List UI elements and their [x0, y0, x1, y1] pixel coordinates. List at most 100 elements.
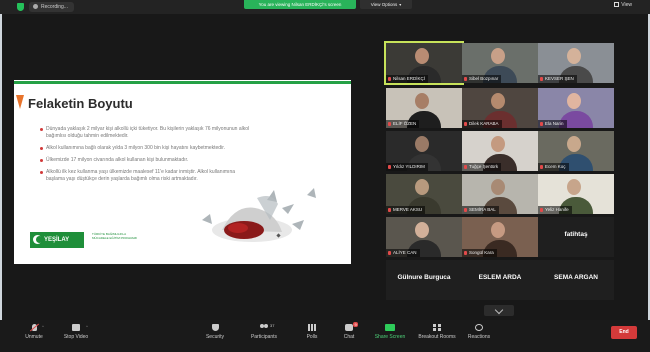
muted-mic-icon	[388, 76, 391, 81]
participant-tile[interactable]: ESLEM ARDA	[462, 260, 538, 300]
participant-name: Songül Kara	[469, 250, 494, 255]
security-button[interactable]: Security	[193, 324, 237, 340]
participant-tile[interactable]: SEMİRA BAL	[462, 174, 538, 214]
participant-name: ALİYE CAN	[393, 250, 417, 255]
muted-mic-icon	[464, 121, 467, 126]
muted-mic-icon	[540, 121, 543, 126]
share-screen-button[interactable]: Share Screen	[368, 324, 412, 340]
bar-chart-icon	[308, 324, 316, 331]
muted-mic-icon	[388, 250, 391, 255]
muted-mic-icon	[464, 76, 467, 81]
participant-tile[interactable]: Ecem Koç	[538, 131, 614, 171]
participant-tile[interactable]: Yeliz Hanife	[538, 174, 614, 214]
participant-video-head	[567, 179, 581, 195]
participant-name-label: Ela Narin	[538, 120, 567, 128]
participant-video-head	[415, 222, 429, 238]
chevron-down-icon	[494, 305, 504, 315]
participant-name-label: Yeliz Hanife	[538, 206, 572, 214]
muted-mic-icon	[388, 207, 391, 212]
view-button[interactable]: View	[614, 2, 632, 8]
slide-bullet-list: Dünyada yaklaşık 2 milyar kişi alkollü i…	[40, 126, 251, 188]
participant-name: Yeliz Hanife	[545, 207, 569, 212]
participant-tile[interactable]: fatihtaş	[538, 217, 614, 257]
participant-video-head	[415, 179, 429, 195]
participant-tile[interactable]: Sibel Bozpınar	[462, 43, 538, 83]
participant-tile[interactable]: SEMA ARGAN	[538, 260, 614, 300]
unmute-button[interactable]: ^ Unmute	[12, 324, 56, 340]
participant-name-label: MERVE AKSU	[386, 206, 426, 214]
participant-tile[interactable]: Yıldız YILDIRIM	[386, 131, 462, 171]
participant-name-label: SEMİRA BAL	[462, 206, 499, 214]
unmute-label: Unmute	[25, 334, 43, 340]
end-meeting-button[interactable]: End	[611, 326, 637, 339]
stop-video-button[interactable]: ^ Stop Video	[54, 324, 98, 340]
participant-name-display: SEMA ARGAN	[554, 274, 598, 281]
participant-tile[interactable]: Gülnure Burguca	[386, 260, 462, 300]
smiley-icon	[475, 324, 483, 331]
breakout-rooms-label: Breakout Rooms	[418, 334, 456, 340]
participant-name: Dilek KARABA	[469, 121, 499, 126]
participant-name: Yıldız YILDIRIM	[393, 164, 425, 169]
participant-tile[interactable]: Tuğçe Şentürk	[462, 131, 538, 171]
participant-tile[interactable]: ELİF ÖZEN	[386, 88, 462, 128]
video-camera-icon	[72, 324, 80, 331]
shield-icon	[211, 324, 219, 331]
view-options-button[interactable]: View Options ▾	[360, 0, 412, 9]
chevron-down-icon: ▾	[399, 2, 402, 7]
participant-tile[interactable]: Ela Narin	[538, 88, 614, 128]
participant-tile[interactable]: KEVSER ŞEN	[538, 43, 614, 83]
brand-subtitle: TÜRKİYE BAĞIMLILIKLA MÜCADELE EĞİTİM PRO…	[92, 232, 138, 240]
participant-tile[interactable]: Songül Kara	[462, 217, 538, 257]
muted-mic-icon	[464, 164, 467, 169]
share-screen-label: Share Screen	[374, 334, 406, 340]
participant-name: Tuğçe Şentürk	[469, 164, 499, 169]
muted-mic-icon	[388, 121, 391, 126]
participant-name-label: ALİYE CAN	[386, 249, 420, 257]
stop-video-label: Stop Video	[63, 334, 89, 340]
muted-mic-icon	[31, 324, 37, 331]
record-dot-icon	[33, 4, 38, 10]
top-bar: Recording... You are viewing Nilsan ERDİ…	[0, 0, 650, 14]
participant-tile[interactable]: MERVE AKSU	[386, 174, 462, 214]
participant-tile[interactable]: Nilsan ERDİKÇİ	[384, 41, 464, 85]
participant-name-label: Dilek KARABA	[462, 120, 502, 128]
security-shield-icon[interactable]	[17, 3, 24, 11]
breakout-rooms-button[interactable]: Breakout Rooms	[415, 324, 459, 340]
participant-name: KEVSER ŞEN	[545, 76, 574, 81]
participant-name-label: KEVSER ŞEN	[538, 75, 577, 83]
muted-mic-icon	[464, 207, 467, 212]
participant-name-display: Gülnure Burguca	[397, 274, 451, 281]
broken-glass-splash-image	[202, 188, 316, 242]
viewing-screen-banner: You are viewing Nilsan ERDİKÇİ's screen	[244, 0, 356, 9]
participant-name-display: fatihtaş	[564, 231, 588, 238]
participant-name-label: Songül Kara	[462, 249, 497, 257]
muted-mic-icon	[540, 207, 543, 212]
gallery-next-page-button[interactable]	[484, 305, 514, 316]
participant-video-head	[491, 222, 505, 238]
participant-name: SEMİRA BAL	[469, 207, 496, 212]
participant-name: MERVE AKSU	[393, 207, 423, 212]
recording-label: Recording...	[41, 4, 68, 10]
recording-indicator[interactable]: Recording...	[29, 2, 74, 12]
view-options-label: View Options	[370, 2, 398, 7]
caret-up-icon[interactable]: ^	[42, 324, 44, 329]
participant-name-label: ELİF ÖZEN	[386, 120, 420, 128]
reactions-label: Reactions	[467, 334, 491, 340]
crescent-logo-icon	[33, 235, 43, 244]
participant-name: Nilsan ERDİKÇİ	[393, 76, 426, 81]
muted-mic-icon	[540, 164, 543, 169]
chat-button[interactable]: 9 Chat	[327, 322, 371, 340]
participant-video-head	[567, 93, 581, 109]
caret-up-icon[interactable]: ^	[86, 324, 88, 329]
chat-label: Chat	[343, 334, 355, 340]
security-label: Security	[205, 334, 225, 340]
participant-tile[interactable]: Dilek KARABA	[462, 88, 538, 128]
share-screen-icon	[385, 324, 395, 331]
participant-video-head	[567, 48, 581, 64]
polls-label: Polls	[306, 334, 318, 340]
shared-screen-slide: Felaketin Boyutu Dünyada yaklaşık 2 mily…	[14, 80, 351, 264]
participants-button[interactable]: 37 Participants	[242, 323, 286, 340]
reactions-button[interactable]: Reactions	[457, 324, 501, 340]
slide-top-rule	[14, 81, 351, 84]
participant-tile[interactable]: ALİYE CAN	[386, 217, 462, 257]
